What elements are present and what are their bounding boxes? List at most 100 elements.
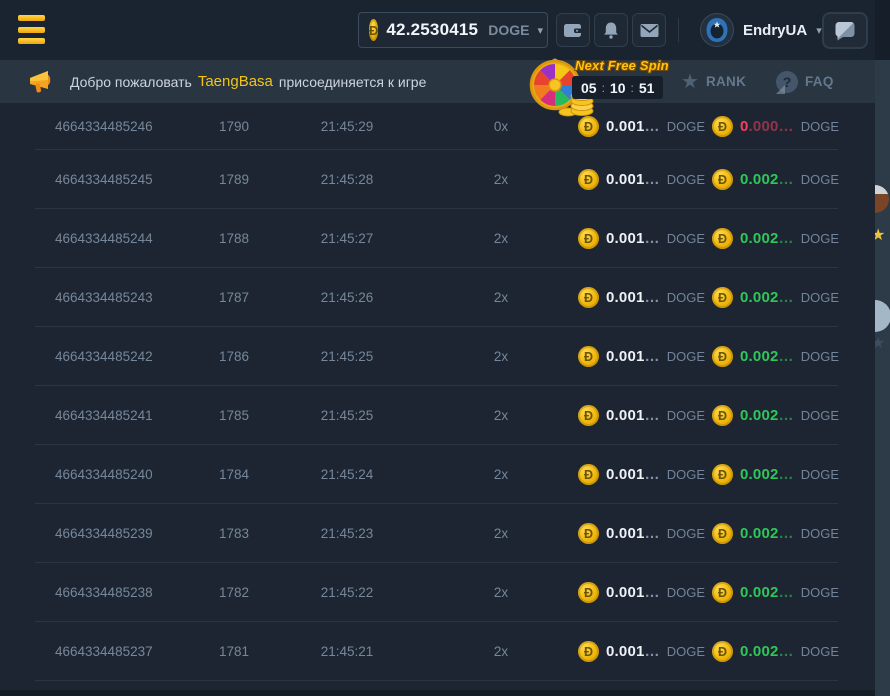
timer-hours: 05 bbox=[581, 80, 597, 96]
bet-amount: Ð0.001…DOGE bbox=[578, 209, 705, 268]
bet-amount-currency: DOGE bbox=[667, 349, 705, 364]
profit-amount-ellipsis: … bbox=[779, 466, 794, 483]
bet-amount: Ð0.001…DOGE bbox=[578, 622, 705, 681]
table-row[interactable]: 4664334485242178621:45:252xÐ0.001…DOGEÐ0… bbox=[0, 327, 875, 386]
message-prefix: Добро пожаловать bbox=[70, 74, 192, 90]
bet-amount: Ð0.001…DOGE bbox=[578, 386, 705, 445]
roll-number: 1786 bbox=[194, 327, 274, 386]
star-icon: ★ bbox=[681, 72, 699, 92]
bet-amount-value: 0.001… bbox=[606, 171, 660, 188]
bet-amount-ellipsis: … bbox=[645, 118, 660, 135]
profit-amount-value: 0.002… bbox=[740, 584, 794, 601]
doge-coin-icon: Ð bbox=[578, 287, 599, 308]
table-row[interactable]: 4664334485244178821:45:272xÐ0.001…DOGEÐ0… bbox=[0, 209, 875, 268]
table-row[interactable]: 4664334485246179021:45:290xÐ0.001…DOGEÐ0… bbox=[0, 103, 875, 150]
roll-number: 1788 bbox=[194, 209, 274, 268]
table-row[interactable]: 4664334485239178321:45:232xÐ0.001…DOGEÐ0… bbox=[0, 504, 875, 563]
bet-amount-main: 0.001 bbox=[606, 118, 645, 135]
profit-amount-currency: DOGE bbox=[801, 231, 839, 246]
chat-star-icon: ★ bbox=[875, 336, 885, 352]
bet-id: 4664334485246 bbox=[55, 103, 153, 150]
profit-amount-ellipsis: … bbox=[779, 525, 794, 542]
roll-number: 1784 bbox=[194, 445, 274, 504]
user-menu[interactable]: EndryUA ▾ bbox=[700, 10, 822, 50]
roll-number: 1783 bbox=[194, 504, 274, 563]
doge-coin-icon: Ð bbox=[578, 582, 599, 603]
bet-id: 4664334485239 bbox=[55, 504, 153, 563]
profit-amount-ellipsis: … bbox=[779, 171, 794, 188]
profit-amount: Ð0.002…DOGE bbox=[712, 504, 839, 563]
bet-time: 21:45:25 bbox=[300, 327, 394, 386]
bet-amount-main: 0.001 bbox=[606, 407, 645, 424]
free-spin-timer: 05 : 10 : 51 bbox=[572, 76, 663, 99]
multiplier: 2x bbox=[469, 150, 533, 209]
profit-amount: Ð0.000…DOGE bbox=[712, 103, 839, 150]
menu-bar-icon bbox=[18, 27, 45, 33]
chat-panel-edge: ★ ★ bbox=[875, 60, 890, 696]
bet-amount-currency: DOGE bbox=[667, 526, 705, 541]
chat-toggle-button[interactable] bbox=[822, 12, 868, 49]
bet-time: 21:45:29 bbox=[300, 103, 394, 150]
doge-coin-icon: Ð bbox=[712, 228, 733, 249]
profit-amount-main: 0 bbox=[740, 118, 749, 135]
profit-amount-currency: DOGE bbox=[801, 644, 839, 659]
notifications-button[interactable] bbox=[594, 13, 628, 47]
free-spin-label: Next Free Spin bbox=[575, 58, 669, 73]
question-icon: ? bbox=[776, 71, 798, 93]
chat-star-icon: ★ bbox=[875, 228, 885, 244]
timer-separator: : bbox=[631, 81, 634, 95]
multiplier: 2x bbox=[469, 268, 533, 327]
multiplier: 2x bbox=[469, 209, 533, 268]
bet-amount: Ð0.001…DOGE bbox=[578, 563, 705, 622]
profit-amount: Ð0.002…DOGE bbox=[712, 445, 839, 504]
profit-amount-currency: DOGE bbox=[801, 526, 839, 541]
table-row[interactable]: 4664334485241178521:45:252xÐ0.001…DOGEÐ0… bbox=[0, 386, 875, 445]
multiplier: 2x bbox=[469, 386, 533, 445]
bet-time: 21:45:26 bbox=[300, 268, 394, 327]
bet-amount-value: 0.001… bbox=[606, 289, 660, 306]
roll-number: 1790 bbox=[194, 103, 274, 150]
balance-selector[interactable]: Ð 42.2530415 DOGE ▾ bbox=[358, 12, 548, 48]
table-row[interactable]: 4664334485238178221:45:222xÐ0.001…DOGEÐ0… bbox=[0, 563, 875, 622]
messages-button[interactable] bbox=[632, 13, 666, 47]
profit-amount-main: 0.002 bbox=[740, 230, 779, 247]
bet-amount-value: 0.001… bbox=[606, 584, 660, 601]
free-spin-widget[interactable]: Next Free Spin 05 : 10 : 51 bbox=[527, 56, 677, 118]
menu-bar-icon bbox=[18, 38, 45, 44]
profit-amount: Ð0.002…DOGE bbox=[712, 327, 839, 386]
profit-amount-ellipsis: … bbox=[779, 643, 794, 660]
profit-amount-ellipsis: … bbox=[779, 289, 794, 306]
hamburger-menu-button[interactable] bbox=[18, 15, 45, 44]
profit-amount-value: 0.002… bbox=[740, 466, 794, 483]
profit-amount: Ð0.002…DOGE bbox=[712, 386, 839, 445]
rank-label: RANK bbox=[706, 74, 746, 89]
table-row[interactable]: 4664334485243178721:45:262xÐ0.001…DOGEÐ0… bbox=[0, 268, 875, 327]
roll-number: 1781 bbox=[194, 622, 274, 681]
profit-amount-value: 0.002… bbox=[740, 643, 794, 660]
table-row[interactable]: 4664334485245178921:45:282xÐ0.001…DOGEÐ0… bbox=[0, 150, 875, 209]
profit-amount-main: 0.002 bbox=[740, 348, 779, 365]
wallet-button[interactable] bbox=[556, 13, 590, 47]
profit-amount: Ð0.002…DOGE bbox=[712, 622, 839, 681]
doge-coin-icon: Ð bbox=[578, 523, 599, 544]
timer-seconds: 51 bbox=[639, 80, 655, 96]
bet-amount-ellipsis: … bbox=[645, 289, 660, 306]
bet-amount-currency: DOGE bbox=[667, 231, 705, 246]
doge-coin-icon: Ð bbox=[712, 169, 733, 190]
faq-link[interactable]: ? FAQ bbox=[776, 60, 834, 103]
bet-amount-value: 0.001… bbox=[606, 525, 660, 542]
message-username: TaengBasa bbox=[198, 73, 273, 90]
top-bar: Ð 42.2530415 DOGE ▾ EndryUA ▾ bbox=[0, 0, 890, 60]
doge-coin-icon: Ð bbox=[712, 523, 733, 544]
bet-amount-main: 0.001 bbox=[606, 584, 645, 601]
notification-bar: Добро пожаловать TaengBasa присоединяетс… bbox=[0, 60, 875, 103]
doge-coin-icon: Ð bbox=[712, 346, 733, 367]
profit-amount-main: 0.002 bbox=[740, 584, 779, 601]
table-row[interactable]: 4664334485237178121:45:212xÐ0.001…DOGEÐ0… bbox=[0, 622, 875, 681]
bet-amount-main: 0.001 bbox=[606, 525, 645, 542]
doge-coin-icon: Ð bbox=[578, 116, 599, 137]
bet-amount-ellipsis: … bbox=[645, 407, 660, 424]
table-row[interactable]: 4664334485240178421:45:242xÐ0.001…DOGEÐ0… bbox=[0, 445, 875, 504]
bet-amount-value: 0.001… bbox=[606, 348, 660, 365]
rank-link[interactable]: ★ RANK bbox=[681, 60, 746, 103]
